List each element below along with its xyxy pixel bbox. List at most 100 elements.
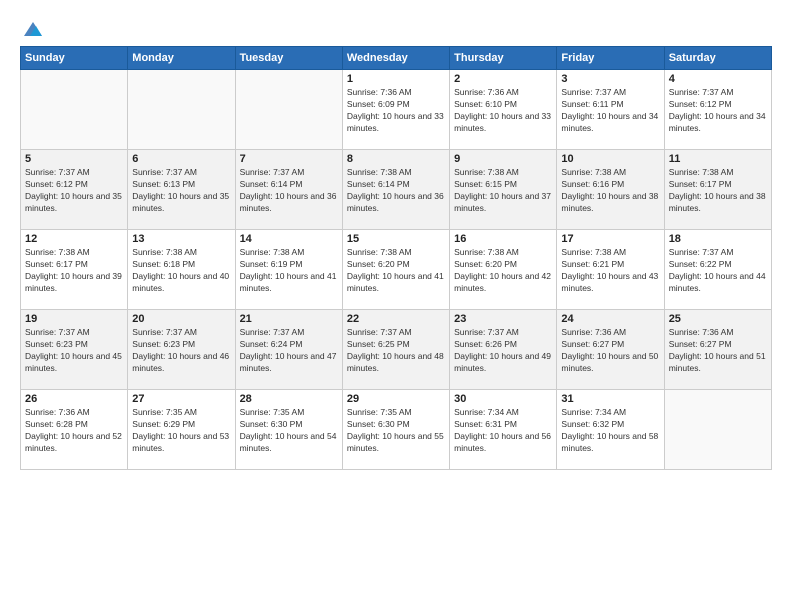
day-info: Sunrise: 7:37 AM Sunset: 6:12 PM Dayligh… bbox=[669, 87, 767, 135]
calendar-day-cell: 26Sunrise: 7:36 AM Sunset: 6:28 PM Dayli… bbox=[21, 390, 128, 470]
day-info: Sunrise: 7:36 AM Sunset: 6:27 PM Dayligh… bbox=[669, 327, 767, 375]
day-info: Sunrise: 7:38 AM Sunset: 6:16 PM Dayligh… bbox=[561, 167, 659, 215]
day-number: 9 bbox=[454, 153, 552, 165]
calendar-header-tuesday: Tuesday bbox=[235, 47, 342, 70]
calendar-header-monday: Monday bbox=[128, 47, 235, 70]
day-info: Sunrise: 7:35 AM Sunset: 6:30 PM Dayligh… bbox=[240, 407, 338, 455]
calendar-day-cell: 14 Sunrise: 7:38 AM Sunset: 6:19 PM Dayli… bbox=[235, 230, 342, 310]
day-number: 30 bbox=[454, 393, 552, 405]
day-number: 3 bbox=[561, 73, 659, 85]
day-number: 20 bbox=[132, 313, 230, 325]
day-number: 25 bbox=[669, 313, 767, 325]
calendar: SundayMondayTuesdayWednesdayThursdayFrid… bbox=[20, 46, 772, 470]
calendar-week-row: 5 Sunrise: 7:37 AM Sunset: 6:12 PM Daylig… bbox=[21, 150, 772, 230]
day-number: 27 bbox=[132, 393, 230, 405]
day-info: Sunrise: 7:36 AM Sunset: 6:27 PM Dayligh… bbox=[561, 327, 659, 375]
calendar-header-saturday: Saturday bbox=[664, 47, 771, 70]
day-number: 12 bbox=[25, 233, 123, 245]
logo bbox=[20, 18, 44, 36]
day-info: Sunrise: 7:37 AM Sunset: 6:14 PM Dayligh… bbox=[240, 167, 338, 215]
calendar-day-cell: 6 Sunrise: 7:37 AM Sunset: 6:13 PM Daylig… bbox=[128, 150, 235, 230]
calendar-day-cell: 9 Sunrise: 7:38 AM Sunset: 6:15 PM Daylig… bbox=[450, 150, 557, 230]
day-info: Sunrise: 7:38 AM Sunset: 6:14 PM Dayligh… bbox=[347, 167, 445, 215]
day-info: Sunrise: 7:37 AM Sunset: 6:13 PM Dayligh… bbox=[132, 167, 230, 215]
calendar-day-cell: 1Sunrise: 7:36 AM Sunset: 6:09 PM Daylig… bbox=[342, 70, 449, 150]
day-number: 2 bbox=[454, 73, 552, 85]
calendar-day-cell: 29 Sunrise: 7:35 AM Sunset: 6:30 PM Dayli… bbox=[342, 390, 449, 470]
day-info: Sunrise: 7:36 AM Sunset: 6:09 PM Dayligh… bbox=[347, 87, 445, 135]
day-number: 16 bbox=[454, 233, 552, 245]
calendar-header-row: SundayMondayTuesdayWednesdayThursdayFrid… bbox=[21, 47, 772, 70]
day-number: 14 bbox=[240, 233, 338, 245]
day-info: Sunrise: 7:38 AM Sunset: 6:20 PM Dayligh… bbox=[454, 247, 552, 295]
calendar-day-cell: 30 Sunrise: 7:34 AM Sunset: 6:31 PM Dayli… bbox=[450, 390, 557, 470]
day-info: Sunrise: 7:37 AM Sunset: 6:11 PM Dayligh… bbox=[561, 87, 659, 135]
day-number: 18 bbox=[669, 233, 767, 245]
calendar-week-row: 26Sunrise: 7:36 AM Sunset: 6:28 PM Dayli… bbox=[21, 390, 772, 470]
calendar-day-cell: 16 Sunrise: 7:38 AM Sunset: 6:20 PM Dayli… bbox=[450, 230, 557, 310]
day-info: Sunrise: 7:38 AM Sunset: 6:19 PM Dayligh… bbox=[240, 247, 338, 295]
calendar-week-row: 1Sunrise: 7:36 AM Sunset: 6:09 PM Daylig… bbox=[21, 70, 772, 150]
calendar-day-cell: 4 Sunrise: 7:37 AM Sunset: 6:12 PM Daylig… bbox=[664, 70, 771, 150]
header bbox=[20, 18, 772, 36]
day-number: 21 bbox=[240, 313, 338, 325]
calendar-day-cell: 11Sunrise: 7:38 AM Sunset: 6:17 PM Dayli… bbox=[664, 150, 771, 230]
calendar-week-row: 12 Sunrise: 7:38 AM Sunset: 6:17 PM Dayli… bbox=[21, 230, 772, 310]
day-number: 6 bbox=[132, 153, 230, 165]
day-number: 23 bbox=[454, 313, 552, 325]
day-info: Sunrise: 7:38 AM Sunset: 6:21 PM Dayligh… bbox=[561, 247, 659, 295]
day-number: 8 bbox=[347, 153, 445, 165]
calendar-day-cell: 8 Sunrise: 7:38 AM Sunset: 6:14 PM Daylig… bbox=[342, 150, 449, 230]
calendar-day-cell: 2 Sunrise: 7:36 AM Sunset: 6:10 PM Daylig… bbox=[450, 70, 557, 150]
calendar-header-thursday: Thursday bbox=[450, 47, 557, 70]
calendar-day-cell: 12 Sunrise: 7:38 AM Sunset: 6:17 PM Dayli… bbox=[21, 230, 128, 310]
day-info: Sunrise: 7:35 AM Sunset: 6:30 PM Dayligh… bbox=[347, 407, 445, 455]
day-info: Sunrise: 7:37 AM Sunset: 6:25 PM Dayligh… bbox=[347, 327, 445, 375]
day-number: 19 bbox=[25, 313, 123, 325]
day-info: Sunrise: 7:37 AM Sunset: 6:24 PM Dayligh… bbox=[240, 327, 338, 375]
day-info: Sunrise: 7:34 AM Sunset: 6:32 PM Dayligh… bbox=[561, 407, 659, 455]
calendar-day-cell bbox=[21, 70, 128, 150]
calendar-day-cell: 24Sunrise: 7:36 AM Sunset: 6:27 PM Dayli… bbox=[557, 310, 664, 390]
day-number: 22 bbox=[347, 313, 445, 325]
calendar-day-cell bbox=[235, 70, 342, 150]
day-info: Sunrise: 7:37 AM Sunset: 6:26 PM Dayligh… bbox=[454, 327, 552, 375]
logo-icon bbox=[22, 18, 44, 40]
day-info: Sunrise: 7:34 AM Sunset: 6:31 PM Dayligh… bbox=[454, 407, 552, 455]
calendar-day-cell bbox=[128, 70, 235, 150]
calendar-day-cell: 31 Sunrise: 7:34 AM Sunset: 6:32 PM Dayli… bbox=[557, 390, 664, 470]
day-number: 26 bbox=[25, 393, 123, 405]
day-info: Sunrise: 7:38 AM Sunset: 6:20 PM Dayligh… bbox=[347, 247, 445, 295]
day-number: 29 bbox=[347, 393, 445, 405]
calendar-day-cell: 10Sunrise: 7:38 AM Sunset: 6:16 PM Dayli… bbox=[557, 150, 664, 230]
calendar-day-cell: 27 Sunrise: 7:35 AM Sunset: 6:29 PM Dayli… bbox=[128, 390, 235, 470]
calendar-day-cell: 20Sunrise: 7:37 AM Sunset: 6:23 PM Dayli… bbox=[128, 310, 235, 390]
day-number: 4 bbox=[669, 73, 767, 85]
calendar-day-cell: 15 Sunrise: 7:38 AM Sunset: 6:20 PM Dayli… bbox=[342, 230, 449, 310]
calendar-day-cell: 21 Sunrise: 7:37 AM Sunset: 6:24 PM Dayli… bbox=[235, 310, 342, 390]
calendar-header-sunday: Sunday bbox=[21, 47, 128, 70]
calendar-day-cell: 13Sunrise: 7:38 AM Sunset: 6:18 PM Dayli… bbox=[128, 230, 235, 310]
day-info: Sunrise: 7:38 AM Sunset: 6:17 PM Dayligh… bbox=[25, 247, 123, 295]
day-info: Sunrise: 7:36 AM Sunset: 6:10 PM Dayligh… bbox=[454, 87, 552, 135]
page: SundayMondayTuesdayWednesdayThursdayFrid… bbox=[0, 0, 792, 612]
day-number: 7 bbox=[240, 153, 338, 165]
day-info: Sunrise: 7:35 AM Sunset: 6:29 PM Dayligh… bbox=[132, 407, 230, 455]
calendar-day-cell: 25 Sunrise: 7:36 AM Sunset: 6:27 PM Dayli… bbox=[664, 310, 771, 390]
calendar-day-cell: 28Sunrise: 7:35 AM Sunset: 6:30 PM Dayli… bbox=[235, 390, 342, 470]
day-info: Sunrise: 7:38 AM Sunset: 6:18 PM Dayligh… bbox=[132, 247, 230, 295]
calendar-day-cell: 18 Sunrise: 7:37 AM Sunset: 6:22 PM Dayli… bbox=[664, 230, 771, 310]
day-number: 15 bbox=[347, 233, 445, 245]
day-number: 5 bbox=[25, 153, 123, 165]
day-info: Sunrise: 7:37 AM Sunset: 6:23 PM Dayligh… bbox=[25, 327, 123, 375]
calendar-day-cell: 19 Sunrise: 7:37 AM Sunset: 6:23 PM Dayli… bbox=[21, 310, 128, 390]
day-info: Sunrise: 7:37 AM Sunset: 6:12 PM Dayligh… bbox=[25, 167, 123, 215]
day-number: 17 bbox=[561, 233, 659, 245]
calendar-header-wednesday: Wednesday bbox=[342, 47, 449, 70]
day-number: 31 bbox=[561, 393, 659, 405]
day-info: Sunrise: 7:38 AM Sunset: 6:15 PM Dayligh… bbox=[454, 167, 552, 215]
calendar-header-friday: Friday bbox=[557, 47, 664, 70]
calendar-day-cell: 23 Sunrise: 7:37 AM Sunset: 6:26 PM Dayli… bbox=[450, 310, 557, 390]
day-info: Sunrise: 7:37 AM Sunset: 6:22 PM Dayligh… bbox=[669, 247, 767, 295]
calendar-day-cell: 7 Sunrise: 7:37 AM Sunset: 6:14 PM Daylig… bbox=[235, 150, 342, 230]
